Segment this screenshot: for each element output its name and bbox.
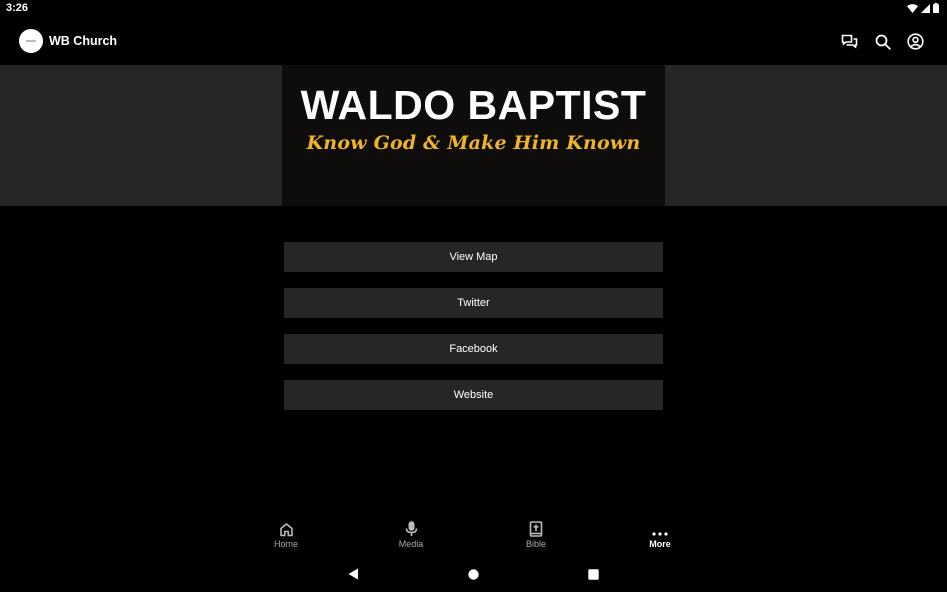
banner-title: WALDO BAPTIST xyxy=(300,82,647,128)
nav-bible-label: Bible xyxy=(525,539,546,549)
bottom-nav: Home Media Bible More xyxy=(0,515,947,557)
chat-icon[interactable] xyxy=(840,32,859,51)
account-icon[interactable] xyxy=(906,32,925,51)
banner: WALDO BAPTIST Know God & Make Him Known xyxy=(0,65,947,206)
system-nav xyxy=(0,563,947,585)
twitter-button[interactable]: Twitter xyxy=(284,288,663,318)
home-icon xyxy=(246,515,326,537)
more-dots-icon xyxy=(620,515,700,537)
nav-bible[interactable]: Bible xyxy=(496,515,576,549)
app-bar: WB Church xyxy=(0,18,947,65)
home-circle-icon xyxy=(467,568,479,580)
nav-media[interactable]: Media xyxy=(371,515,451,549)
recents-square-icon xyxy=(587,568,599,580)
bible-icon xyxy=(496,515,576,537)
church-logo xyxy=(19,29,43,53)
signal-icon xyxy=(921,3,930,13)
status-time: 3:26 xyxy=(6,2,29,14)
recents-button[interactable] xyxy=(582,563,604,585)
status-bar: 3:26 xyxy=(0,0,947,18)
wifi-icon xyxy=(907,3,918,13)
nav-home-label: Home xyxy=(273,539,298,549)
back-triangle-icon xyxy=(348,568,358,580)
nav-more[interactable]: More xyxy=(620,515,700,549)
back-button[interactable] xyxy=(342,563,364,585)
app-actions xyxy=(840,32,925,51)
nav-home[interactable]: Home xyxy=(246,515,326,549)
status-icons xyxy=(907,3,939,13)
microphone-icon xyxy=(371,515,451,537)
nav-media-label: Media xyxy=(398,539,424,549)
banner-tagline: Know God & Make Him Known xyxy=(306,132,641,154)
banner-image: WALDO BAPTIST Know God & Make Him Known xyxy=(282,65,665,206)
facebook-button[interactable]: Facebook xyxy=(284,334,663,364)
nav-more-label: More xyxy=(649,539,671,549)
app-title: WB Church xyxy=(49,34,118,48)
battery-icon xyxy=(933,3,939,13)
view-map-button[interactable]: View Map xyxy=(284,242,663,272)
link-list: View Map Twitter Facebook Website xyxy=(284,242,663,426)
website-button[interactable]: Website xyxy=(284,380,663,410)
search-icon[interactable] xyxy=(873,32,892,51)
home-button[interactable] xyxy=(462,563,484,585)
